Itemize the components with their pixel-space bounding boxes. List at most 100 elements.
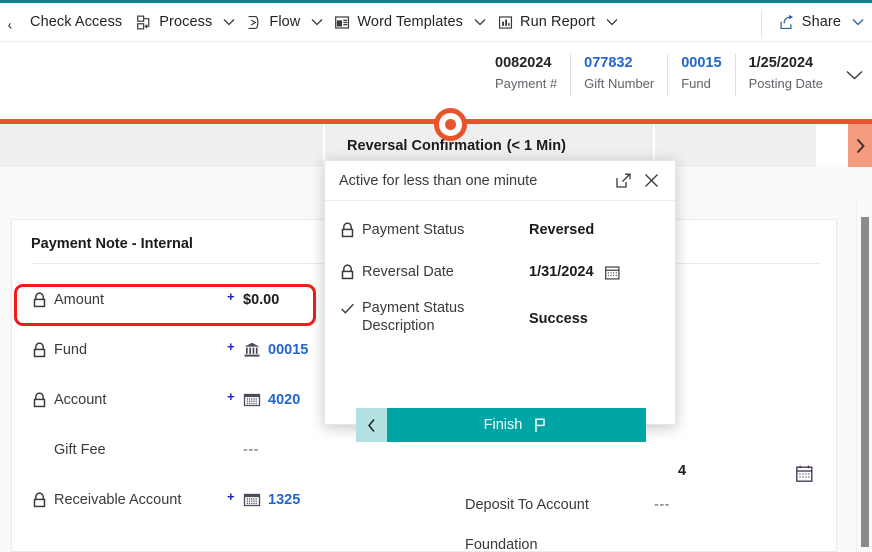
vertical-scrollbar[interactable] [856, 197, 872, 552]
chevron-down-icon [852, 19, 864, 26]
command-flow[interactable]: Flow [239, 3, 307, 41]
record-field-fund[interactable]: 00015 Fund [667, 54, 734, 96]
command-word-templates[interactable]: Word Templates [327, 3, 470, 41]
form-label-foundation-matching-gift: Foundation Matching Gift [465, 537, 538, 552]
record-value-gift-number[interactable]: 077832 [584, 54, 632, 73]
record-header-expand-button[interactable] [836, 54, 872, 96]
chevron-down-icon [606, 19, 618, 26]
check-icon [341, 303, 354, 314]
close-icon [644, 174, 658, 187]
lock-icon [341, 221, 354, 237]
dialog-value-payment-status-wrap: Reversed [529, 222, 594, 238]
ledger-icon [243, 493, 261, 507]
form-field-account[interactable]: Account + 4020 [31, 375, 361, 425]
form-partial-date-value: 4 [678, 463, 687, 479]
form-field-foundation-matching-gift[interactable]: Foundation Matching Gift --- [442, 530, 822, 552]
record-field-gift-number[interactable]: 077832 Gift Number [570, 54, 667, 96]
dialog-value-reversal-date-wrap: 1/31/2024 [529, 264, 621, 281]
dialog-value-payment-status: Reversed [529, 222, 595, 238]
form-value-account-wrap: 4020 [243, 391, 300, 409]
process-icon [137, 15, 150, 29]
dialog-finish-label: Finish [483, 417, 523, 433]
bpf-stage-title: Reversal Confirmation [347, 137, 502, 154]
dialog-label-reversal-date: Reversal Date [362, 264, 454, 280]
command-process-label: Process [159, 14, 213, 30]
word-templates-icon [335, 15, 350, 29]
form-field-fund[interactable]: Fund + 00015 [31, 325, 361, 375]
command-share[interactable]: Share [772, 3, 848, 41]
chevron-left-icon [367, 418, 375, 432]
form-field-receivable-account[interactable]: Receivable Account + 1325 [31, 475, 361, 525]
calendar-icon [604, 265, 620, 280]
form-field-gift-fee[interactable]: Gift Fee --- [31, 425, 361, 475]
run-report-icon [498, 15, 513, 29]
form-value-foundation-matching-gift-wrap: --- [654, 547, 670, 552]
chevron-down-icon [474, 19, 486, 26]
lock-icon [33, 491, 46, 507]
dialog-reversal-date-calendar-button[interactable] [604, 264, 621, 281]
bpf-next-stage-button[interactable] [848, 124, 872, 167]
bpf-stage-duration: (< 1 Min) [506, 137, 566, 154]
lock-icon [33, 341, 46, 357]
record-value-posting-date: 1/25/2024 [748, 55, 814, 71]
form-label-fund: Fund [54, 341, 88, 358]
form-right-calendar-button[interactable] [795, 464, 814, 486]
vertical-scrollbar-thumb[interactable] [861, 217, 869, 547]
form-value-receivable-account-wrap: 1325 [243, 491, 300, 509]
command-bar: Check Access Process Flow Word Templates… [0, 3, 872, 41]
command-flow-label: Flow [269, 14, 301, 30]
bpf-active-stage-marker[interactable] [434, 108, 467, 141]
dialog-back-button[interactable] [356, 408, 387, 442]
form-value-account[interactable]: 4020 [268, 392, 300, 408]
dialog-value-reversal-date: 1/31/2024 [529, 264, 594, 280]
dialog-title: Active for less than one minute [339, 172, 538, 189]
dialog-action-bar: Finish [356, 408, 646, 442]
dialog-field-reversal-date[interactable]: Reversal Date 1/31/2024 [325, 251, 675, 293]
command-check-access[interactable]: Check Access [0, 3, 129, 41]
share-icon [780, 14, 793, 29]
command-share-label: Share [801, 14, 841, 30]
command-run-report[interactable]: Run Report [490, 3, 602, 41]
form-field-amount[interactable]: Amount + $0.00 [31, 275, 361, 325]
form-value-receivable-account[interactable]: 1325 [268, 492, 300, 508]
flag-icon [535, 418, 546, 432]
bpf-stage-previous[interactable] [0, 124, 325, 167]
command-run-report-caret[interactable] [602, 3, 622, 41]
command-word-templates-caret[interactable] [470, 3, 490, 41]
ledger-icon [243, 393, 261, 407]
form-required-account: + [227, 389, 235, 404]
chevron-down-icon [846, 70, 862, 80]
command-share-caret[interactable] [848, 3, 868, 41]
form-required-receivable-account: + [227, 489, 235, 504]
dialog-label-payment-status: Payment Status [362, 222, 465, 238]
command-process[interactable]: Process [129, 3, 219, 41]
calendar-icon [796, 465, 813, 482]
command-flow-caret[interactable] [307, 3, 327, 41]
command-bar-bottom-border [0, 41, 872, 42]
chevron-down-icon [311, 19, 323, 26]
chevron-right-icon [856, 138, 865, 153]
form-label-receivable-account: Receivable Account [54, 491, 182, 508]
form-value-fund[interactable]: 00015 [268, 342, 308, 358]
command-bar-left-group: Check Access Process Flow Word Templates… [0, 3, 622, 41]
lock-icon [33, 391, 46, 407]
dialog-finish-button[interactable]: Finish [387, 408, 646, 442]
form-field-deposit-to-account[interactable]: Deposit To Account --- [442, 480, 822, 530]
reversal-confirmation-dialog: Active for less than one minute Payment … [324, 160, 676, 442]
form-value-fund-wrap: 00015 [243, 341, 308, 359]
dialog-close-button[interactable] [637, 167, 665, 195]
dialog-expand-button[interactable] [609, 167, 637, 195]
command-check-access-label: Check Access [30, 14, 123, 30]
bpf-stage-next[interactable] [655, 124, 818, 167]
dialog-field-payment-status[interactable]: Payment Status Reversed [325, 209, 675, 251]
dialog-value-payment-status-description-wrap: Success [529, 311, 588, 327]
bank-icon [244, 342, 260, 357]
form-value-deposit-to-account-wrap: --- [654, 497, 670, 513]
record-label-payment-number: Payment # [495, 76, 558, 91]
form-required-fund: + [227, 339, 235, 354]
command-bar-divider [761, 11, 762, 37]
dialog-field-payment-status-description[interactable]: Payment Status Description Success [325, 293, 675, 343]
command-process-caret[interactable] [219, 3, 239, 41]
record-value-fund[interactable]: 00015 [681, 54, 721, 73]
dialog-header: Active for less than one minute [325, 161, 675, 201]
